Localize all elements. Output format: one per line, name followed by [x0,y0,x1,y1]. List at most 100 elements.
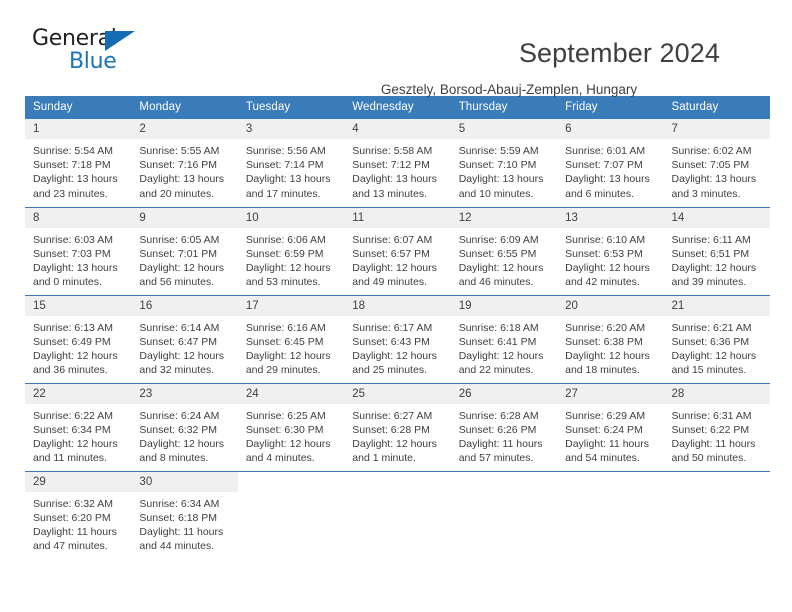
daylight-text-line1: Daylight: 13 hours [671,173,757,186]
daylight-text-line2: and 36 minutes. [33,364,108,377]
calendar-day-cell[interactable]: 27 Sunrise: 6:29 AM Sunset: 6:24 PM Dayligh… [557,382,664,471]
sunrise-text: Sunrise: 6:29 AM [565,409,646,422]
calendar-day-cell[interactable]: 2 Sunrise: 5:55 AM Sunset: 7:16 PM Daylight… [131,119,238,207]
calendar-day-cell[interactable]: 24 Sunrise: 6:25 AM Sunset: 6:30 PM Dayligh… [237,382,345,471]
day-details: Sunrise: 6:34 AM Sunset: 6:18 PM Daylight:… [131,492,237,554]
daylight-text-line2: and 3 minutes. [671,187,741,200]
day-details: Sunrise: 6:25 AM Sunset: 6:30 PM Daylight:… [238,404,344,466]
calendar-day-cell[interactable]: 11 Sunrise: 6:07 AM Sunset: 6:57 PM Dayligh… [344,206,451,295]
daylight-text-line1: Daylight: 13 hours [458,173,544,186]
calendar-day-cell[interactable]: 3 Sunrise: 5:56 AM Sunset: 7:14 PM Daylight… [237,119,345,207]
daylight-text-line2: and 13 minutes. [352,187,427,200]
day-number [451,472,557,492]
sunset-text: Sunset: 7:10 PM [458,159,537,172]
daylight-text-line2: and 22 minutes. [458,364,534,377]
calendar-day-cell[interactable]: 9 Sunrise: 6:05 AM Sunset: 7:01 PM Daylight… [131,206,238,295]
calendar-day-cell[interactable]: 8 Sunrise: 6:03 AM Sunset: 7:03 PM Daylight… [25,206,132,295]
calendar-day-cell[interactable]: 12 Sunrise: 6:09 AM Sunset: 6:55 PM Dayligh… [450,206,558,295]
day-number: 1 [25,119,132,139]
calendar-day-cell[interactable]: 30 Sunrise: 6:34 AM Sunset: 6:18 PM Dayligh… [131,470,238,559]
day-number: 3 [237,119,345,139]
calendar-day-cell[interactable]: 21 Sunrise: 6:21 AM Sunset: 6:36 PM Dayligh… [663,294,770,383]
daylight-text-line2: and 39 minutes. [671,276,747,289]
daylight-text-line2: and 50 minutes. [671,452,747,465]
sunset-text: Sunset: 7:16 PM [139,159,218,172]
day-details: Sunrise: 6:06 AM Sunset: 6:59 PM Daylight:… [238,228,344,290]
sunrise-text: Sunrise: 6:02 AM [671,145,752,157]
generalblue-logo[interactable]: General Blue [32,28,152,76]
calendar-day-cell[interactable]: 25 Sunrise: 6:27 AM Sunset: 6:28 PM Dayligh… [344,382,451,471]
day-number: 28 [663,383,770,404]
calendar-day-cell[interactable]: 15 Sunrise: 6:13 AM Sunset: 6:49 PM Dayligh… [25,294,132,383]
calendar-day-cell[interactable]: 1 Sunrise: 5:54 AM Sunset: 7:18 PM Daylight… [25,119,132,207]
calendar-day-cell[interactable]: 4 Sunrise: 5:58 AM Sunset: 7:12 PM Daylight… [344,119,451,207]
calendar-day-cell[interactable]: 20 Sunrise: 6:20 AM Sunset: 6:38 PM Dayligh… [557,294,664,383]
day-details: Sunrise: 6:09 AM Sunset: 6:55 PM Daylight:… [451,228,557,290]
calendar-day-cell[interactable]: 23 Sunrise: 6:24 AM Sunset: 6:32 PM Dayligh… [131,382,238,471]
sunrise-text: Sunrise: 5:59 AM [458,145,539,157]
calendar-day-cell[interactable]: 28 Sunrise: 6:31 AM Sunset: 6:22 PM Dayligh… [663,382,770,471]
day-details: Sunrise: 6:31 AM Sunset: 6:22 PM Daylight:… [664,404,770,466]
calendar-day-cell[interactable]: 6 Sunrise: 6:01 AM Sunset: 7:07 PM Daylight… [557,119,664,207]
calendar-day-cell[interactable]: 18 Sunrise: 6:17 AM Sunset: 6:43 PM Dayligh… [344,294,451,383]
calendar-day-cell[interactable]: 22 Sunrise: 6:22 AM Sunset: 6:34 PM Dayligh… [25,382,132,471]
day-number: 14 [663,207,770,228]
daylight-text-line1: Daylight: 12 hours [565,349,650,362]
sunrise-text: Sunrise: 6:07 AM [352,233,433,246]
daylight-text-line2: and 23 minutes. [33,187,108,200]
daylight-text-line1: Daylight: 12 hours [565,261,650,274]
daylight-text-line2: and 57 minutes. [458,452,534,465]
calendar-day-cell[interactable]: 29 Sunrise: 6:32 AM Sunset: 6:20 PM Dayligh… [25,470,132,559]
calendar-day-cell-empty [237,470,345,559]
day-number: 20 [557,295,664,316]
calendar-day-cell[interactable]: 19 Sunrise: 6:18 AM Sunset: 6:41 PM Dayligh… [450,294,558,383]
sunrise-text: Sunrise: 6:27 AM [352,409,433,422]
daylight-text-line2: and 17 minutes. [245,187,321,200]
daylight-text-line1: Daylight: 12 hours [352,349,437,362]
day-number: 19 [450,295,558,316]
sunrise-text: Sunrise: 6:20 AM [565,321,646,334]
sunrise-text: Sunrise: 6:01 AM [565,145,646,157]
day-details: Sunrise: 6:28 AM Sunset: 6:26 PM Daylight:… [451,404,557,466]
daylight-text-line1: Daylight: 11 hours [458,437,543,450]
sunset-text: Sunset: 6:59 PM [245,247,324,260]
sunset-text: Sunset: 7:01 PM [139,247,218,260]
daylight-text-line1: Daylight: 12 hours [33,437,118,450]
day-number: 6 [557,119,664,139]
daylight-text-line1: Daylight: 12 hours [458,349,544,362]
calendar-day-cell[interactable]: 5 Sunrise: 5:59 AM Sunset: 7:10 PM Daylight… [450,119,558,207]
daylight-text-line2: and 54 minutes. [565,452,640,465]
calendar-day-cell[interactable]: 7 Sunrise: 6:02 AM Sunset: 7:05 PM Daylight… [663,119,770,207]
day-number [238,472,344,492]
day-details: Sunrise: 5:54 AM Sunset: 7:18 PM Daylight:… [25,139,131,201]
day-details: Sunrise: 6:14 AM Sunset: 6:47 PM Daylight:… [131,316,237,378]
calendar-day-cell[interactable]: 16 Sunrise: 6:14 AM Sunset: 6:47 PM Dayligh… [131,294,238,383]
sunrise-text: Sunrise: 6:11 AM [671,233,751,246]
sunrise-text: Sunrise: 6:09 AM [458,233,539,246]
calendar-day-cell[interactable]: 26 Sunrise: 6:28 AM Sunset: 6:26 PM Dayligh… [450,382,558,471]
calendar-day-cell[interactable]: 13 Sunrise: 6:10 AM Sunset: 6:53 PM Dayligh… [557,206,664,295]
daylight-text-line2: and 20 minutes. [139,187,215,200]
daylight-text-line2: and 47 minutes. [33,540,108,553]
calendar-day-cell[interactable]: 14 Sunrise: 6:11 AM Sunset: 6:51 PM Dayligh… [663,206,770,295]
sunrise-text: Sunrise: 6:28 AM [458,409,539,422]
daylight-text-line2: and 15 minutes. [671,364,747,377]
day-details: Sunrise: 6:17 AM Sunset: 6:43 PM Daylight:… [344,316,450,378]
calendar-week-row: 1 Sunrise: 5:54 AM Sunset: 7:18 PM Daylight… [25,119,770,207]
daylight-text-line1: Daylight: 12 hours [458,261,544,274]
calendar-day-cell[interactable]: 10 Sunrise: 6:06 AM Sunset: 6:59 PM Dayligh… [237,206,345,295]
daylight-text-line2: and 42 minutes. [565,276,640,289]
calendar-day-cell[interactable]: 17 Sunrise: 6:16 AM Sunset: 6:45 PM Dayligh… [237,294,345,383]
daylight-text-line1: Daylight: 13 hours [352,173,437,186]
daylight-text-line1: Daylight: 11 hours [139,525,224,538]
day-details: Sunrise: 5:56 AM Sunset: 7:14 PM Daylight:… [238,139,344,201]
day-details [238,492,344,497]
sunset-text: Sunset: 6:38 PM [565,335,643,348]
day-number: 12 [450,207,558,228]
daylight-text-line1: Daylight: 13 hours [139,173,225,186]
sunset-text: Sunset: 6:55 PM [458,247,537,260]
daylight-text-line1: Daylight: 11 hours [33,525,117,538]
day-number: 7 [663,119,770,139]
day-details: Sunrise: 6:16 AM Sunset: 6:45 PM Daylight:… [238,316,344,378]
day-details: Sunrise: 6:01 AM Sunset: 7:07 PM Daylight:… [557,139,663,201]
